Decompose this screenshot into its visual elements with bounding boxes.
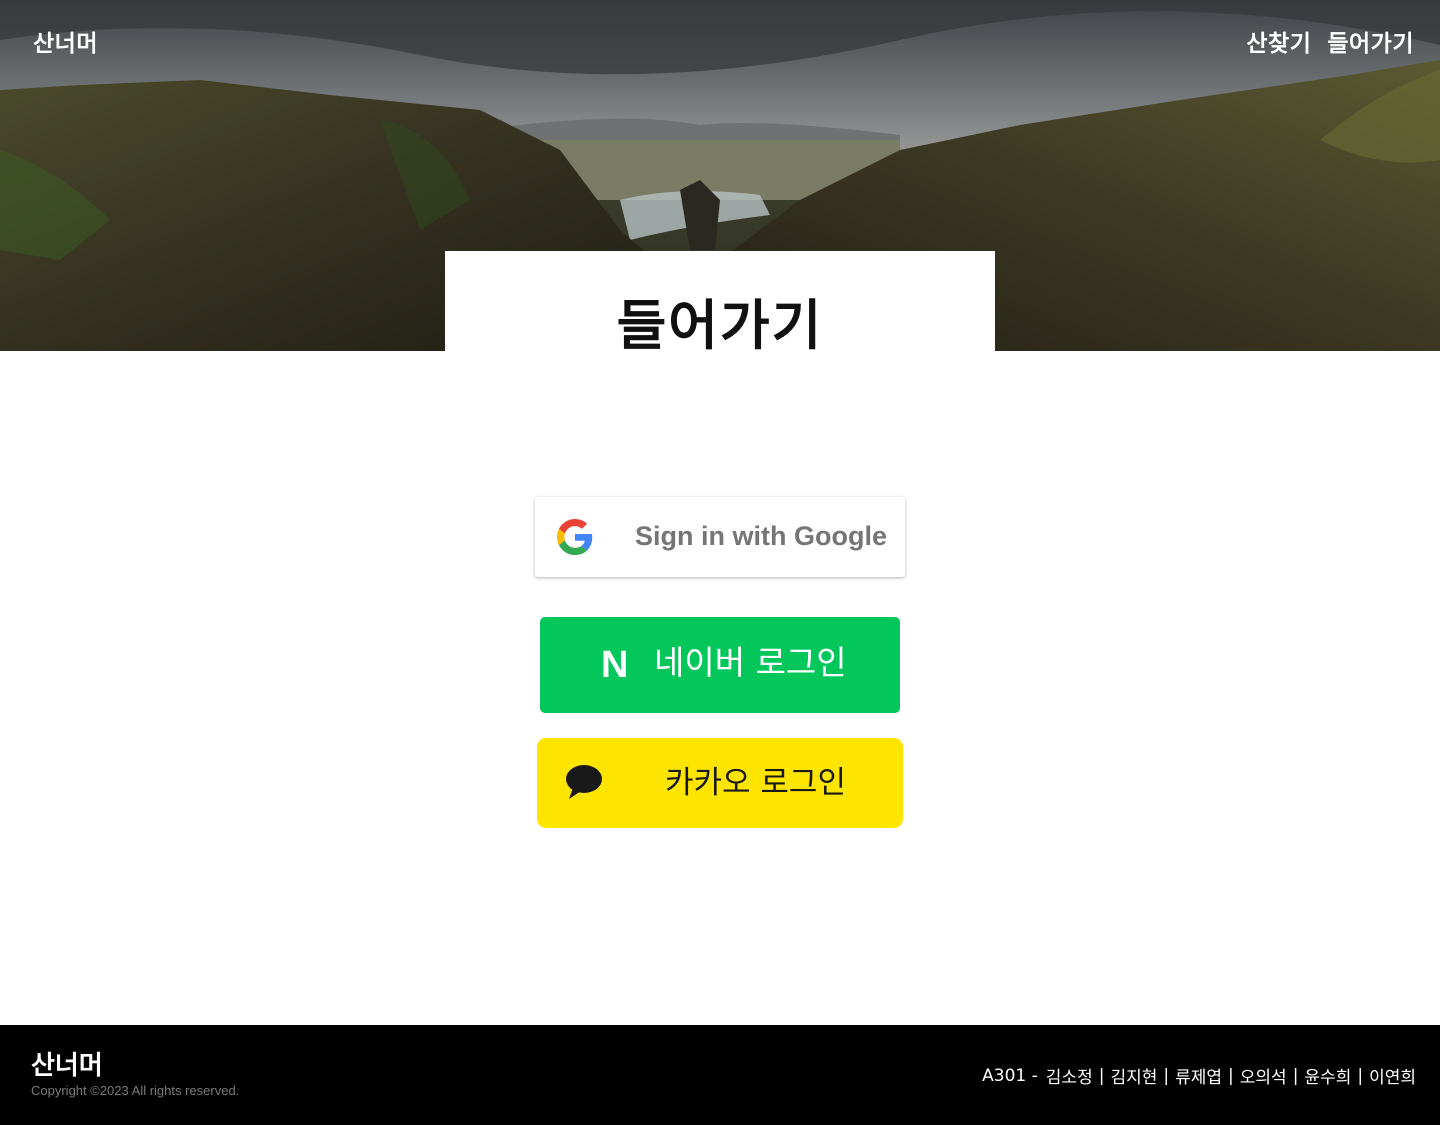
brand-logo-link[interactable]: 산너머 (33, 24, 98, 58)
hero-banner: 산너머 산찾기 들어가기 들어가기 (0, 0, 1440, 351)
team-member: 이연희 (1369, 1068, 1416, 1088)
team-member: 김소정 (1045, 1068, 1093, 1088)
team-member: 윤수희 (1304, 1068, 1352, 1088)
kakao-login-label: 카카오 로그인 (665, 765, 846, 801)
nav-link-find-mountain[interactable]: 산찾기 (1246, 24, 1311, 58)
google-login-label: Sign in with Google (635, 521, 887, 551)
google-login-button[interactable]: Sign in with Google (535, 497, 905, 577)
team-member: 김지현 (1110, 1068, 1158, 1088)
naver-n-icon: N (601, 644, 629, 686)
footer-brand: 산너머 (31, 1051, 103, 1081)
top-nav: 산찾기 들어가기 (1246, 24, 1414, 58)
separator: | (1292, 1065, 1299, 1086)
title-card: 들어가기 (445, 251, 995, 351)
kakao-login-button[interactable]: 카카오 로그인 (537, 738, 903, 828)
team-member: 류제엽 (1175, 1068, 1223, 1088)
google-icon (557, 519, 593, 555)
naver-login-label: 네이버 로그인 (654, 643, 847, 682)
separator: | (1098, 1065, 1105, 1086)
footer-team-credits: A301 - 김소정 | 김지현 | 류제엽 | 오의석 | 윤수희 | 이연희 (982, 1063, 1416, 1089)
naver-login-button[interactable]: N 네이버 로그인 (540, 617, 900, 713)
separator: | (1357, 1065, 1364, 1086)
page-title: 들어가기 (616, 294, 824, 351)
kakao-speech-bubble-icon (566, 765, 602, 799)
team-member: 오의석 (1239, 1068, 1287, 1088)
footer: 산너머 Copyright ©2023 All rights reserved.… (0, 1025, 1440, 1125)
footer-copyright: Copyright ©2023 All rights reserved. (31, 1083, 240, 1098)
separator: | (1228, 1065, 1234, 1086)
nav-link-login[interactable]: 들어가기 (1327, 24, 1414, 58)
team-id: A301 - (982, 1065, 1038, 1086)
separator: | (1163, 1065, 1170, 1086)
